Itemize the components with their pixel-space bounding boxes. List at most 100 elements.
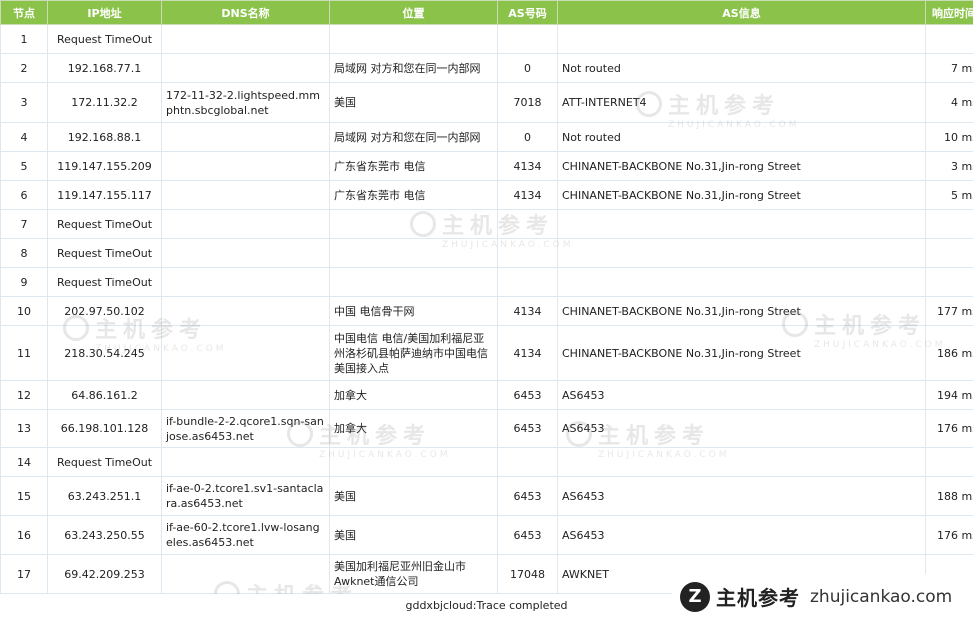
location-cell [330,239,498,268]
hop-cell: 1 [1,25,48,54]
as-number-cell: 6453 [498,516,558,555]
hop-cell: 17 [1,555,48,594]
time-cell: 176 ms [926,516,973,555]
time-cell: * [926,239,973,268]
time-cell: 194 ms [926,381,973,410]
ip-cell: 218.30.54.245 [48,326,162,381]
column-header-as-info[interactable]: AS信息 [558,1,926,25]
location-cell: 加拿大 [330,381,498,410]
table-row[interactable]: 8Request TimeOut * [1,239,973,268]
table-row[interactable]: 10202.97.50.102 中国 电信骨干网4134CHINANET-BACK… [1,297,973,326]
column-header-as-number[interactable]: AS号码 [498,1,558,25]
hop-cell: 15 [1,477,48,516]
as-info-cell [558,268,926,297]
ip-cell: Request TimeOut [48,239,162,268]
table-row[interactable]: 1366.198.101.128if-bundle-2-2.qcore1.sqn… [1,410,973,448]
ip-cell: 119.147.155.117 [48,181,162,210]
as-number-cell: 7018 [498,83,558,123]
as-number-cell [498,268,558,297]
hop-cell: 13 [1,410,48,448]
ip-cell: 172.11.32.2 [48,83,162,123]
as-info-cell: AS6453 [558,477,926,516]
as-number-cell: 0 [498,54,558,83]
location-cell [330,210,498,239]
time-cell: * [926,25,973,54]
time-cell: 3 ms [926,152,973,181]
dns-cell [162,239,330,268]
as-number-cell: 0 [498,123,558,152]
as-info-cell [558,210,926,239]
column-header-ip[interactable]: IP地址 [48,1,162,25]
hop-cell: 7 [1,210,48,239]
hop-cell: 8 [1,239,48,268]
hop-cell: 2 [1,54,48,83]
ip-cell: 63.243.251.1 [48,477,162,516]
ip-cell: Request TimeOut [48,25,162,54]
time-cell: * [926,448,973,477]
as-number-cell [498,239,558,268]
column-header-hop[interactable]: 节点 [1,1,48,25]
as-number-cell: 6453 [498,381,558,410]
as-info-cell: CHINANET-BACKBONE No.31,Jin-rong Street [558,297,926,326]
location-cell [330,268,498,297]
time-cell: 10 ms [926,123,973,152]
as-info-cell: AS6453 [558,381,926,410]
table-row[interactable]: 5119.147.155.209广东省东莞市 电信4134CHINANET-BA… [1,152,973,181]
brand-banner[interactable]: Z 主机参考 zhujicankao.com [672,574,973,619]
as-number-cell: 4134 [498,152,558,181]
location-cell: 美国 [330,516,498,555]
table-row[interactable]: 6119.147.155.117广东省东莞市 电信4134CHINANET-BA… [1,181,973,210]
location-cell: 加拿大 [330,410,498,448]
hop-cell: 11 [1,326,48,381]
table-row[interactable]: 1264.86.161.2加拿大6453AS6453194 ms [1,381,973,410]
as-number-cell: 6453 [498,410,558,448]
dns-cell [162,210,330,239]
location-cell [330,25,498,54]
ip-cell: 119.147.155.209 [48,152,162,181]
location-cell: 广东省东莞市 电信 [330,152,498,181]
time-cell: 176 ms [926,410,973,448]
table-row[interactable]: 9Request TimeOut* [1,268,973,297]
table-row[interactable]: 3172.11.32.2172-11-32-2.lightspeed.mmpht… [1,83,973,123]
column-header-time[interactable]: 响应时间 [926,1,973,25]
hop-cell: 4 [1,123,48,152]
table-row[interactable]: 1563.243.251.1if-ae-0-2.tcore1.sv1-santa… [1,477,973,516]
location-cell: 中国电信 电信/美国加利福尼亚州洛杉矶县帕萨迪纳市中国电信美国接入点 [330,326,498,381]
ip-cell: 192.168.88.1 [48,123,162,152]
dns-cell: if-ae-60-2.tcore1.lvw-losangeles.as6453.… [162,516,330,555]
location-cell: 局域网 对方和您在同一内部网 [330,123,498,152]
column-header-dns[interactable]: DNS名称 [162,1,330,25]
location-cell: 美国加利福尼亚州旧金山市 Awknet通信公司 [330,555,498,594]
table-row[interactable]: 1Request TimeOut * [1,25,973,54]
as-info-cell: Not routed [558,54,926,83]
hop-cell: 14 [1,448,48,477]
table-row[interactable]: 7Request TimeOut* [1,210,973,239]
time-cell: 186 ms [926,326,973,381]
table-row[interactable]: 4192.168.88.1局域网 对方和您在同一内部网0Not routed10… [1,123,973,152]
as-info-cell: CHINANET-BACKBONE No.31,Jin-rong Street [558,326,926,381]
dns-cell [162,181,330,210]
as-number-cell: 17048 [498,555,558,594]
as-number-cell: 4134 [498,181,558,210]
brand-url[interactable]: zhujicankao.com [810,587,952,607]
column-header-location[interactable]: 位置 [330,1,498,25]
as-info-cell [558,448,926,477]
table-row[interactable]: 1663.243.250.55if-ae-60-2.tcore1.lvw-los… [1,516,973,555]
location-cell: 中国 电信骨干网 [330,297,498,326]
hop-cell: 5 [1,152,48,181]
time-cell: 5 ms [926,181,973,210]
table-row[interactable]: 2192.168.77.1局域网 对方和您在同一内部网0Not routed7 … [1,54,973,83]
time-cell: * [926,268,973,297]
dns-cell [162,555,330,594]
dns-cell [162,25,330,54]
as-number-cell: 4134 [498,297,558,326]
table-row[interactable]: 14Request TimeOut* [1,448,973,477]
table-row[interactable]: 11218.30.54.245 中国电信 电信/美国加利福尼亚州洛杉矶县帕萨迪纳市… [1,326,973,381]
as-number-cell [498,210,558,239]
location-cell [330,448,498,477]
location-cell: 局域网 对方和您在同一内部网 [330,54,498,83]
ip-cell: 202.97.50.102 [48,297,162,326]
hop-cell: 6 [1,181,48,210]
hop-cell: 9 [1,268,48,297]
hop-cell: 10 [1,297,48,326]
